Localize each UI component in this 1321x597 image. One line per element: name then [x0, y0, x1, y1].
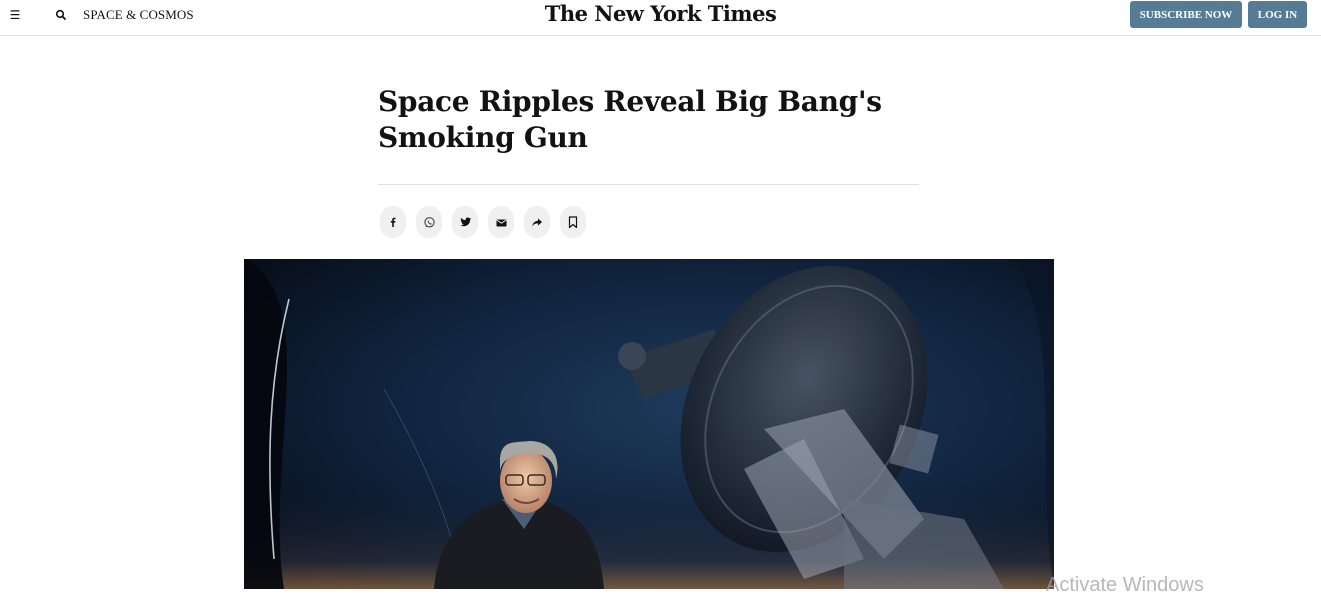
- whatsapp-icon: [423, 216, 435, 227]
- telescope-scientist-image: [244, 259, 1054, 589]
- subscribe-now-button[interactable]: SUBSCRIBE NOW: [1130, 1, 1242, 28]
- article-hero-photo: [244, 259, 1054, 589]
- headline-divider: [378, 184, 919, 185]
- twitter-share-button[interactable]: [452, 206, 478, 238]
- search-icon[interactable]: [52, 6, 70, 24]
- article-headline: Space Ripples Reveal Big Bang's Smoking …: [378, 85, 882, 154]
- share-toolbar: [380, 206, 586, 238]
- whatsapp-share-button[interactable]: [416, 206, 442, 238]
- facebook-share-button[interactable]: [380, 206, 406, 238]
- twitter-icon: [460, 217, 471, 227]
- email-icon: [496, 219, 506, 226]
- email-share-button[interactable]: [488, 206, 514, 238]
- hamburger-menu-icon[interactable]: ☰: [6, 5, 24, 25]
- log-in-button[interactable]: LOG IN: [1248, 1, 1307, 28]
- bookmark-icon: [568, 215, 578, 228]
- top-bar: ☰ SPACE & COSMOS The New York Times SUBS…: [0, 0, 1321, 36]
- save-article-button[interactable]: [560, 206, 586, 238]
- windows-activation-watermark: Activate Windows: [1046, 574, 1204, 596]
- nyt-logo[interactable]: The New York Times: [540, 0, 781, 30]
- section-link-space-cosmos[interactable]: SPACE & COSMOS: [83, 7, 194, 23]
- share-icon: [532, 218, 542, 226]
- facebook-icon: [390, 217, 396, 227]
- more-share-button[interactable]: [524, 206, 550, 238]
